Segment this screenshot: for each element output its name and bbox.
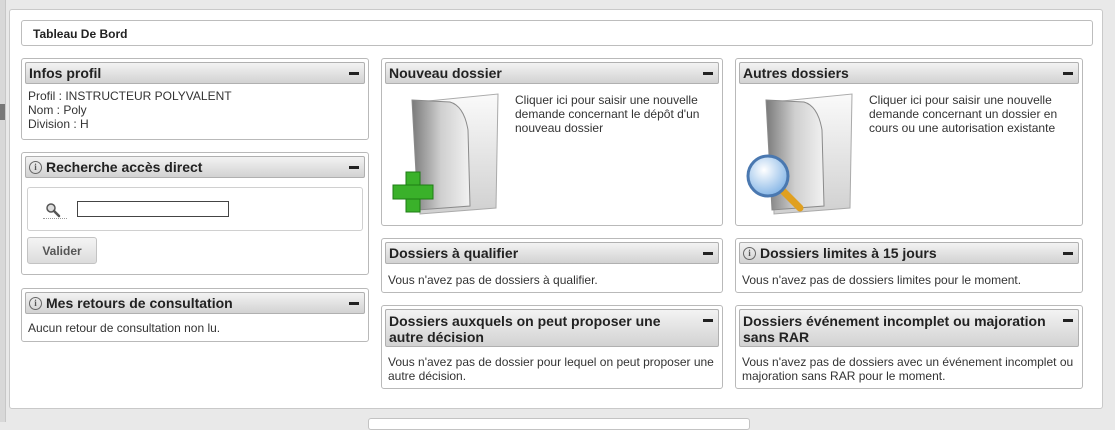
profil-line: Profil : INSTRUCTEUR POLYVALENT: [28, 89, 232, 103]
info-icon: i: [29, 160, 42, 174]
left-strip-marker: [0, 104, 5, 120]
search-folder-description: Cliquer ici pour saisir une nouvelle dem…: [869, 93, 1058, 135]
new-folder-description: Cliquer ici pour saisir une nouvelle dem…: [515, 93, 700, 135]
widget-title: Dossiers événement incomplet ou majorati…: [743, 313, 1046, 345]
widget-title: Autres dossiers: [743, 65, 849, 81]
widget-title: Dossiers à qualifier: [389, 245, 519, 261]
minus-icon[interactable]: [702, 247, 714, 259]
widget-header: i Recherche accès direct: [25, 156, 365, 178]
widget-header: Autres dossiers: [739, 62, 1079, 84]
widget-header: i Mes retours de consultation: [25, 292, 365, 314]
nom-line: Nom : Poly: [28, 103, 87, 117]
widget-body: Aucun retour de consultation non lu.: [28, 321, 221, 335]
dashboard-container: Tableau De Bord Infos profil Profil : IN…: [9, 9, 1103, 409]
folder-search-icon: [746, 93, 853, 215]
magnifier-icon: [46, 203, 61, 218]
widget-recherche: i Recherche accès direct Valider: [21, 152, 369, 275]
widget-dossiers-a-qualifier: Dossiers à qualifier Vous n'avez pas de …: [381, 238, 723, 293]
folder-add-icon: [392, 93, 499, 215]
minus-icon[interactable]: [1062, 314, 1074, 326]
widget-body: Profil : INSTRUCTEUR POLYVALENT Nom : Po…: [22, 87, 368, 133]
widget-autres-dossiers: Autres dossiers Cliquer ici pour saisir …: [735, 58, 1083, 226]
widget-header: Dossiers auxquels on peut proposer une a…: [385, 309, 719, 347]
widget-autre-decision: Dossiers auxquels on peut proposer une a…: [381, 305, 723, 389]
widget-header: i Dossiers limites à 15 jours: [739, 242, 1079, 264]
minus-icon[interactable]: [702, 67, 714, 79]
minus-icon[interactable]: [348, 161, 360, 173]
widget-title: Nouveau dossier: [389, 65, 502, 81]
widget-nouveau-dossier: Nouveau dossier Cliquer ici pour saisir …: [381, 58, 723, 226]
minus-icon[interactable]: [348, 67, 360, 79]
widget-body: Vous n'avez pas de dossier pour lequel o…: [388, 355, 714, 383]
search-field-group: [27, 187, 363, 231]
minus-icon[interactable]: [348, 297, 360, 309]
widget-evenement-incomplet: Dossiers événement incomplet ou majorati…: [735, 305, 1083, 389]
search-icon-underline: [43, 218, 67, 219]
page-title: Tableau De Bord: [21, 20, 1093, 46]
info-icon: i: [29, 296, 42, 310]
widget-title: Dossiers limites à 15 jours: [760, 245, 937, 261]
widget-retours-consultation: i Mes retours de consultation Aucun reto…: [21, 288, 369, 342]
widget-title: Mes retours de consultation: [46, 295, 233, 311]
minus-icon[interactable]: [1062, 247, 1074, 259]
widget-body: Vous n'avez pas de dossiers limites pour…: [742, 273, 1022, 287]
widget-header: Nouveau dossier: [385, 62, 719, 84]
info-icon: i: [743, 246, 756, 260]
minus-icon[interactable]: [702, 314, 714, 326]
widget-title: Recherche accès direct: [46, 159, 203, 175]
widget-header: Infos profil: [25, 62, 365, 84]
left-scroll-strip: [0, 0, 6, 422]
valider-button[interactable]: Valider: [27, 237, 97, 264]
minus-icon[interactable]: [1062, 67, 1074, 79]
widget-title: Dossiers auxquels on peut proposer une a…: [389, 313, 661, 345]
search-input[interactable]: [77, 201, 229, 217]
widget-infos-profil: Infos profil Profil : INSTRUCTEUR POLYVA…: [21, 58, 369, 140]
widget-header: Dossiers à qualifier: [385, 242, 719, 264]
widget-title: Infos profil: [29, 65, 102, 81]
widget-body: Vous n'avez pas de dossiers avec un évén…: [742, 355, 1074, 383]
search-folder-link[interactable]: [742, 90, 862, 215]
bottom-panel-edge: [368, 418, 750, 430]
new-folder-link[interactable]: [388, 90, 508, 215]
widget-body: Vous n'avez pas de dossiers à qualifier.: [388, 273, 598, 287]
division-line: Division : H: [28, 117, 89, 131]
widget-dossiers-limites: i Dossiers limites à 15 jours Vous n'ave…: [735, 238, 1083, 293]
widget-header: Dossiers événement incomplet ou majorati…: [739, 309, 1079, 347]
